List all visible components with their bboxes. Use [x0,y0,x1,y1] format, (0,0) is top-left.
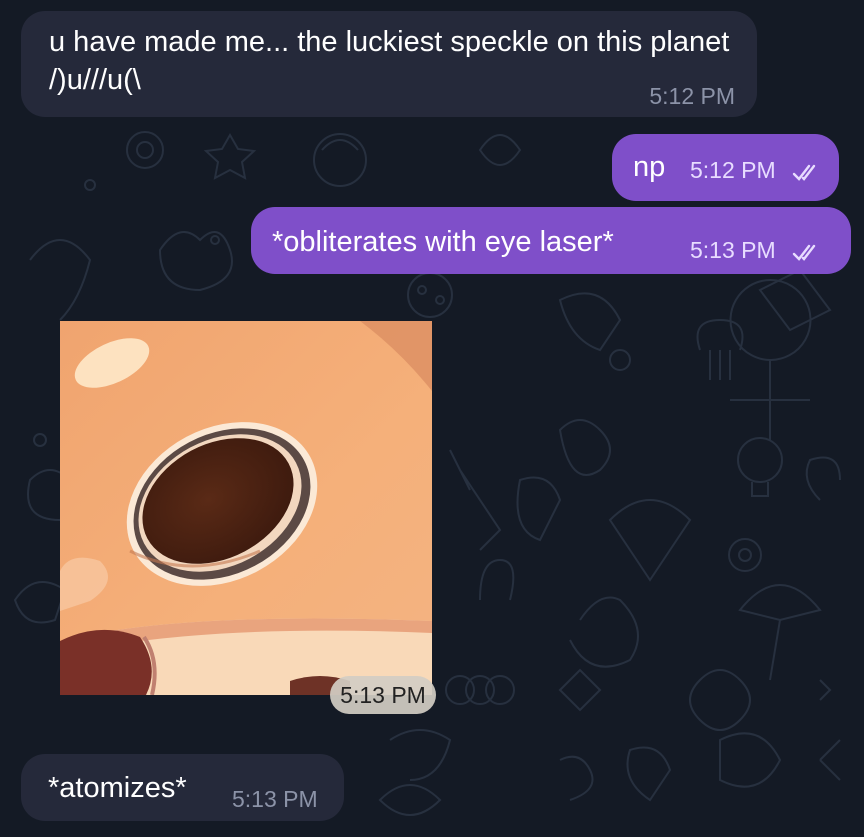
message-incoming[interactable]: *atomizes* 5:13 PM [21,754,344,821]
message-time: 5:12 PM [649,83,735,109]
message-time: 5:12 PM [690,157,776,183]
message-incoming[interactable]: u have made me... the luckiest speckle o… [21,11,757,117]
double-check-icon [792,163,822,188]
message-photo[interactable] [60,321,432,695]
photo-time: 5:13 PM [330,676,436,714]
message-time: 5:13 PM [232,786,318,812]
message-text: *obliterates with eye laser* [272,226,614,258]
message-text: *atomizes* [48,772,187,804]
double-check-icon [792,243,822,268]
photo-image [60,321,432,695]
message-text: u have made me... the luckiest speckle o… [49,26,730,96]
message-text: np [633,151,666,183]
message-outgoing[interactable]: *obliterates with eye laser* 5:13 PM [251,207,851,274]
message-time: 5:13 PM [690,237,776,263]
message-outgoing[interactable]: np 5:12 PM [612,134,839,201]
